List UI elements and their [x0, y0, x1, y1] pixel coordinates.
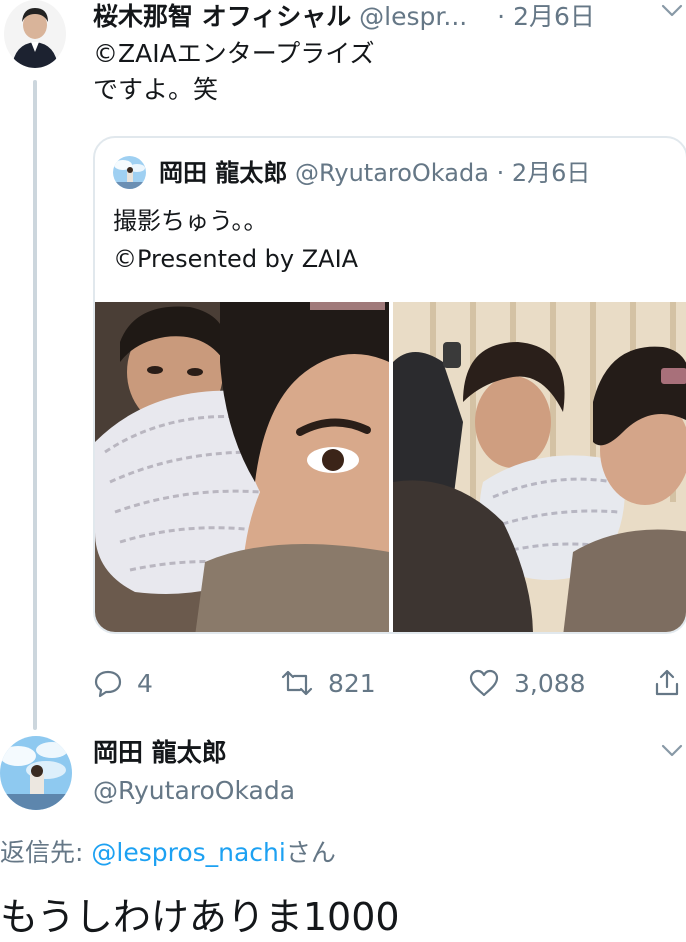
quoted-author-name: 岡田 龍太郎 — [159, 159, 288, 187]
share-action[interactable] — [652, 668, 682, 698]
reply-count: 4 — [137, 668, 153, 698]
reply-author-name[interactable]: 岡田 龍太郎 — [93, 736, 227, 770]
author-handle[interactable]: @lespr... — [359, 2, 467, 31]
quoted-text-line: ©Presented by ZAIA — [113, 245, 359, 273]
reply-icon — [93, 668, 123, 698]
photo-2[interactable] — [393, 302, 686, 632]
quoted-author-avatar — [113, 156, 146, 189]
tweet-date[interactable]: 2月6日 — [513, 2, 595, 31]
photo-1[interactable] — [95, 302, 389, 632]
quoted-author-handle: @RyutaroOkada — [295, 159, 489, 187]
author-name[interactable]: 桜木那智 オフィシャル — [93, 2, 351, 31]
reply-to-prefix: 返信先: — [0, 838, 92, 867]
quoted-tweet-text: 撮影ちゅう。。 ©Presented by ZAIA — [113, 202, 358, 278]
tweet-text: ©ZAIAエンタープライズ ですよ。笑 — [93, 36, 374, 108]
quoted-tweet-card[interactable]: 岡田 龍太郎 @RyutaroOkada · 2月6日 撮影ちゅう。。 ©Pre… — [93, 136, 686, 634]
photo-grid — [95, 302, 686, 632]
retweet-count: 821 — [328, 668, 376, 698]
thread-line — [33, 80, 37, 730]
quoted-tweet-header: 岡田 龍太郎 @RyutaroOkada · 2月6日 — [159, 156, 590, 190]
retweet-icon — [280, 668, 314, 698]
like-action[interactable]: 3,088 — [468, 668, 586, 698]
reply-mention-link[interactable]: @lespros_nachi — [91, 838, 285, 867]
quoted-date: 2月6日 — [511, 159, 591, 187]
reply-to-line: 返信先: @lespros_nachiさん — [0, 836, 336, 870]
tweet-text-line: ©ZAIAエンタープライズ — [93, 39, 375, 68]
share-icon — [652, 668, 682, 698]
tweet-text-line: ですよ。笑 — [93, 75, 219, 104]
quoted-separator: · — [496, 159, 505, 187]
reply-tweet-text: もうしわけありま1000 — [0, 895, 400, 939]
reply-action[interactable]: 4 — [93, 668, 153, 698]
chevron-down-icon[interactable] — [660, 2, 684, 20]
reply-to-suffix: さん — [285, 838, 336, 867]
like-count: 3,088 — [514, 668, 586, 698]
chevron-down-icon[interactable] — [660, 742, 684, 760]
like-icon — [468, 668, 500, 698]
separator-dot: · — [497, 2, 506, 31]
quoted-text-line: 撮影ちゅう。。 — [113, 207, 268, 235]
tweet-header: 桜木那智 オフィシャル @lespr... · 2月6日 — [93, 2, 595, 32]
reply-author-handle[interactable]: @RyutaroOkada — [93, 774, 295, 808]
retweet-action[interactable]: 821 — [280, 668, 376, 698]
reply-author-avatar[interactable] — [0, 736, 72, 810]
author-avatar[interactable] — [4, 0, 66, 68]
